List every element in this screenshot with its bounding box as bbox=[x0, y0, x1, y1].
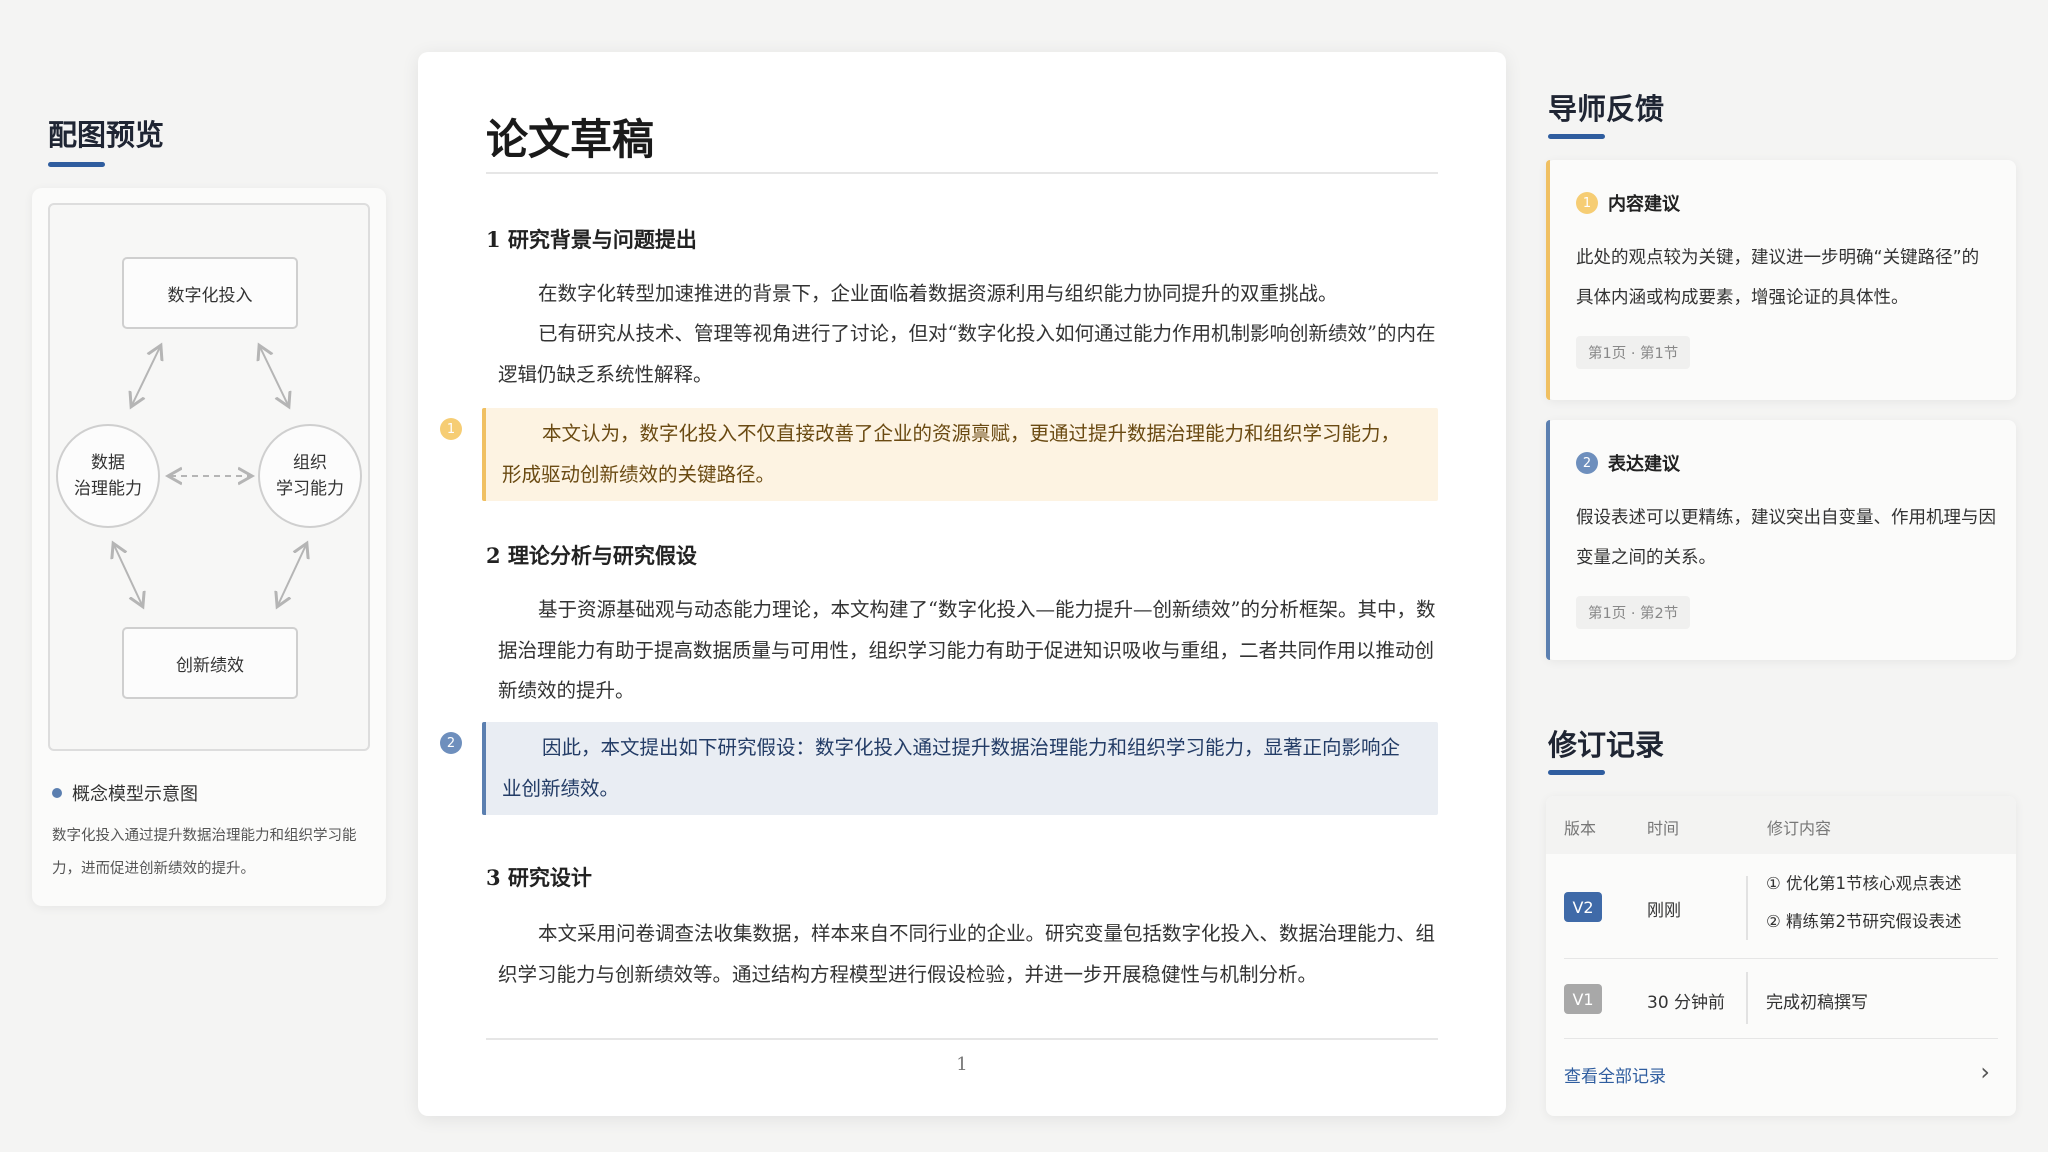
feedback-card-header: 2 表达建议 bbox=[1576, 450, 1680, 476]
section3-heading[interactable]: 3 研究设计 bbox=[486, 862, 592, 892]
page-number: 1 bbox=[956, 1054, 968, 1075]
feedback-marker-2-icon: 2 bbox=[1576, 452, 1598, 474]
node-data-governance-line2: 治理能力 bbox=[74, 479, 142, 499]
figure-preview-title: 配图预览 bbox=[48, 118, 165, 152]
feedback-card-accent bbox=[1546, 420, 1550, 660]
revision-table-header: 版本 时间 修订内容 bbox=[1546, 796, 2016, 854]
node-innovation-performance: 创新绩效 bbox=[122, 627, 298, 699]
figure-description: 数字化投入通过提升数据治理能力和组织学习能力，进而促进创新绩效的提升。 bbox=[52, 828, 357, 877]
feedback-title: 导师反馈 bbox=[1548, 92, 1665, 126]
figure-caption: 概念模型示意图 bbox=[52, 780, 198, 806]
feedback-card-heading: 表达建议 bbox=[1608, 454, 1680, 475]
revision-row-v1[interactable]: V1 30 分钟前 完成初稿撰写 bbox=[1546, 964, 2016, 1034]
node-org-learning-line1: 组织 bbox=[293, 453, 327, 473]
arrow-bottom-right bbox=[278, 545, 306, 605]
row-divider bbox=[1564, 1038, 1998, 1039]
arrow-bottom-left bbox=[114, 545, 142, 605]
feedback-card-content[interactable]: 1 内容建议 此处的观点较为关键，建议进一步明确“关键路径”的具体内涵或构成要素… bbox=[1546, 160, 2016, 400]
highlighted-passage-1[interactable]: 本文认为，数字化投入不仅直接改善了企业的资源禀赋，更通过提升数据治理能力和组织学… bbox=[482, 408, 1438, 501]
section1-paragraph2[interactable]: 已有研究从技术、管理等视角进行了讨论，但对“数字化投入如何通过能力作用机制影响创… bbox=[498, 314, 1438, 395]
row-divider bbox=[1564, 958, 1998, 959]
caption-dot-icon bbox=[52, 788, 62, 798]
revision-history-title: 修订记录 bbox=[1548, 728, 1665, 762]
node-org-learning-line2: 学习能力 bbox=[276, 479, 344, 499]
comment-marker-1[interactable]: 1 bbox=[440, 418, 462, 440]
concept-diagram[interactable]: 数字化投入 数据 治理能力 组织 学习能力 创新绩效 bbox=[48, 203, 370, 751]
revision-table: 版本 时间 修订内容 V2 刚刚 ① 优化第1节核心观点表述 ② 精练第2节研究… bbox=[1546, 796, 2016, 1116]
section1-paragraph1[interactable]: 在数字化转型加速推进的背景下，企业面临着数据资源利用与组织能力协同提升的双重挑战… bbox=[498, 274, 1438, 315]
title-divider bbox=[486, 172, 1438, 174]
feedback-card-heading: 内容建议 bbox=[1608, 194, 1680, 215]
column-content: 修订内容 bbox=[1767, 819, 1832, 838]
feedback-title-underline bbox=[1548, 134, 1605, 139]
section1-heading[interactable]: 1 研究背景与问题提出 bbox=[486, 224, 697, 254]
feedback-card-header: 1 内容建议 bbox=[1576, 190, 1680, 216]
node-data-governance-line1: 数据 bbox=[91, 453, 125, 473]
column-version: 版本 bbox=[1564, 819, 1597, 838]
feedback-marker-1-icon: 1 bbox=[1576, 192, 1598, 214]
document-title[interactable]: 论文草稿 bbox=[486, 106, 654, 167]
feedback-card-body: 此处的观点较为关键，建议进一步明确“关键路径”的具体内涵或构成要素，增强论证的具… bbox=[1576, 248, 1980, 308]
section3-paragraph[interactable]: 本文采用问卷调查法收集数据，样本来自不同行业的企业。研究变量包括数字化投入、数据… bbox=[498, 914, 1438, 995]
section2-paragraph[interactable]: 基于资源基础观与动态能力理论，本文构建了“数字化投入—能力提升—创新绩效”的分析… bbox=[498, 590, 1438, 712]
revision-row-v2[interactable]: V2 刚刚 ① 优化第1节核心观点表述 ② 精练第2节研究假设表述 bbox=[1546, 854, 2016, 964]
figure-caption-text: 概念模型示意图 bbox=[72, 784, 198, 805]
revision-time: 30 分钟前 bbox=[1647, 993, 1726, 1013]
highlighted-passage-2[interactable]: 因此，本文提出如下研究假设：数字化投入通过提升数据治理能力和组织学习能力，显著正… bbox=[482, 722, 1438, 815]
revision-title-underline bbox=[1548, 770, 1605, 775]
arrow-top-right bbox=[260, 347, 288, 405]
revision-time: 刚刚 bbox=[1647, 901, 1681, 921]
revision-row-divider bbox=[1746, 972, 1748, 1024]
revision-content-line1: ① 优化第1节核心观点表述 bbox=[1766, 874, 1962, 893]
view-all-records-link[interactable]: 查看全部记录 bbox=[1564, 1062, 1666, 1087]
revision-content-line2: ② 精练第2节研究假设表述 bbox=[1766, 912, 1962, 931]
figure-preview-card[interactable]: 数字化投入 数据 治理能力 组织 学习能力 创新绩效 概念模型示意图 数字化投入… bbox=[32, 188, 386, 906]
chevron-right-icon[interactable]: › bbox=[1980, 1058, 1990, 1086]
section2-heading[interactable]: 2 理论分析与研究假设 bbox=[486, 540, 697, 570]
feedback-card-accent bbox=[1546, 160, 1550, 400]
feedback-location-tag[interactable]: 第1页 · 第2节 bbox=[1576, 596, 1691, 629]
title-underline bbox=[48, 162, 105, 167]
version-badge: V2 bbox=[1564, 892, 1602, 922]
column-time: 时间 bbox=[1647, 819, 1680, 838]
node-org-learning: 组织 学习能力 bbox=[258, 424, 362, 528]
document-page[interactable]: 论文草稿 1 研究背景与问题提出 在数字化转型加速推进的背景下，企业面临着数据资… bbox=[418, 52, 1506, 1116]
feedback-card-body: 假设表述可以更精练，建议突出自变量、作用机理与因变量之间的关系。 bbox=[1576, 508, 1996, 568]
revision-content-line1: 完成初稿撰写 bbox=[1766, 993, 1868, 1013]
node-digital-investment: 数字化投入 bbox=[122, 257, 298, 329]
comment-marker-2[interactable]: 2 bbox=[440, 732, 462, 754]
feedback-card-expression[interactable]: 2 表达建议 假设表述可以更精练，建议突出自变量、作用机理与因变量之间的关系。 … bbox=[1546, 420, 2016, 660]
feedback-location-tag[interactable]: 第1页 · 第1节 bbox=[1576, 336, 1691, 369]
arrow-top-left bbox=[132, 347, 160, 405]
revision-row-divider bbox=[1746, 876, 1748, 940]
node-data-governance: 数据 治理能力 bbox=[56, 424, 160, 528]
version-badge: V1 bbox=[1564, 984, 1602, 1014]
footer-divider bbox=[486, 1038, 1438, 1040]
